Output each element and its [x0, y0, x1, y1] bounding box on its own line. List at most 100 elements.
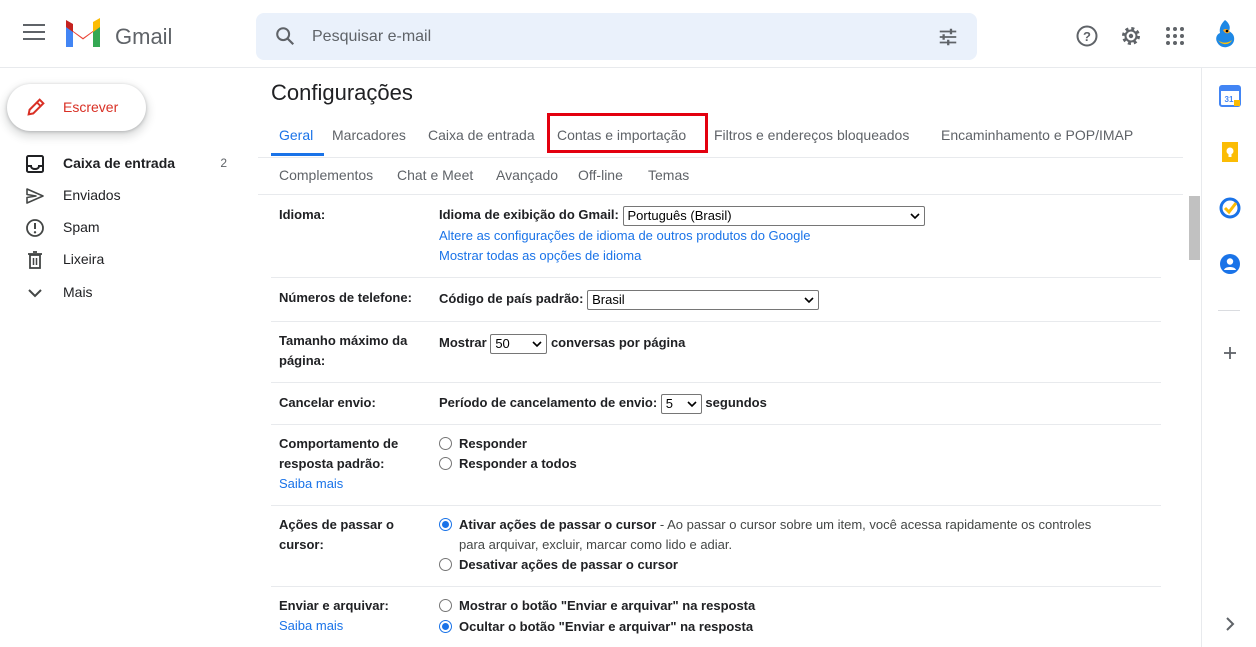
calendar-icon[interactable]: 31 [1219, 85, 1241, 107]
settings-gear-icon[interactable] [1119, 24, 1143, 48]
chevron-down-icon [687, 400, 697, 407]
chevron-down-icon [532, 340, 542, 347]
gmail-logo-icon[interactable] [63, 18, 103, 48]
send-archive-option-show[interactable]: Mostrar o botão "Enviar e arquivar" na r… [439, 596, 755, 616]
row-divider [271, 277, 1161, 278]
sidebar-item-trash[interactable]: Lixeira [0, 243, 245, 275]
scrollbar-thumb[interactable] [1189, 196, 1200, 260]
page-size-suffix: conversas por página [550, 335, 686, 350]
language-other-products-link[interactable]: Altere as configurações de idioma de out… [439, 226, 810, 246]
svg-text:?: ? [1083, 29, 1091, 44]
language-all-options-link[interactable]: Mostrar todas as opções de idioma [439, 246, 641, 266]
apps-grid-icon[interactable] [1163, 24, 1187, 48]
sidebar-item-label: Caixa de entrada [63, 155, 176, 171]
display-language-label: Idioma de exibição do Gmail: [439, 207, 619, 222]
tab-filters[interactable]: Filtros e endereços bloqueados [714, 127, 909, 143]
page-size-setting: Mostrar 50 conversas por página [439, 333, 685, 354]
row-divider [271, 505, 1161, 506]
reply-option-reply[interactable]: Responder [439, 434, 527, 454]
help-icon[interactable]: ? [1075, 24, 1099, 48]
tab-forwarding[interactable]: Encaminhamento e POP/IMAP [941, 127, 1133, 143]
hover-disable-radio[interactable] [439, 558, 452, 572]
chevron-down-icon [804, 296, 814, 303]
language-select[interactable]: Português (Brasil) [622, 205, 925, 226]
trash-icon [28, 251, 42, 269]
phone-label: Números de telefone: [279, 290, 412, 305]
svg-text:31: 31 [1225, 95, 1234, 104]
send-archive-learn-more-link[interactable]: Saiba mais [279, 616, 343, 636]
send-archive-hide-label: Ocultar o botão "Enviar e arquivar" na r… [459, 619, 754, 634]
undo-period-select[interactable]: 5 [660, 393, 702, 414]
compose-label: Escrever [63, 99, 119, 115]
pencil-icon [27, 98, 45, 116]
undo-send-label: Cancelar envio: [279, 395, 376, 410]
tab-general[interactable]: Geral [279, 127, 313, 143]
reply-all-radio[interactable] [439, 457, 452, 471]
hover-enable-label: Ativar ações de passar o cursor [459, 517, 657, 532]
tab-inbox[interactable]: Caixa de entrada [428, 127, 535, 143]
tab-advanced[interactable]: Avançado [496, 167, 558, 183]
sidebar-item-sent[interactable]: Enviados [0, 179, 245, 211]
highlight-box [547, 113, 708, 153]
send-archive-hide-radio[interactable] [439, 620, 452, 634]
top-bar: Gmail ? [0, 0, 1256, 68]
language-selected-value: Português (Brasil) [627, 207, 732, 223]
page-size-select[interactable]: 50 [490, 333, 548, 354]
side-panel-divider [1218, 310, 1240, 311]
tabs-divider [258, 157, 1183, 158]
keep-icon[interactable] [1219, 141, 1241, 163]
tab-addons[interactable]: Complementos [279, 167, 373, 183]
chevron-down-icon [28, 289, 42, 298]
chevron-right-icon[interactable] [1219, 613, 1241, 635]
undo-period-selected-value: 5 [665, 395, 674, 411]
undo-suffix: segundos [705, 395, 767, 410]
search-input[interactable] [312, 25, 912, 49]
hover-option-disable[interactable]: Desativar ações de passar o cursor [439, 555, 678, 575]
unread-count: 2 [220, 156, 227, 170]
sidebar-item-spam[interactable]: Spam [0, 211, 245, 243]
hover-option-enable[interactable]: Ativar ações de passar o cursor - Ao pas… [439, 515, 1091, 535]
hover-enable-radio[interactable] [439, 518, 452, 532]
send-archive-show-radio[interactable] [439, 599, 452, 613]
sidebar-item-label: Enviados [63, 187, 121, 203]
reply-option-label: Responder [459, 436, 527, 451]
add-addon-icon[interactable] [1219, 342, 1241, 364]
search-bar[interactable] [256, 13, 977, 60]
contacts-icon[interactable] [1219, 253, 1241, 275]
page-size-selected-value: 50 [495, 335, 510, 351]
tasks-icon[interactable] [1219, 197, 1241, 219]
reply-option-reply-all[interactable]: Responder a todos [439, 454, 577, 474]
reply-radio[interactable] [439, 437, 452, 451]
gmail-brand: Gmail [115, 24, 173, 49]
reply-behavior-label: Comportamento de resposta padrão: [279, 436, 399, 471]
country-selected-value: Brasil [592, 291, 625, 307]
account-avatar[interactable] [1209, 18, 1241, 50]
country-code-select[interactable]: Brasil [587, 289, 820, 310]
sidebar-item-label: Spam [63, 219, 100, 235]
row-divider [271, 424, 1161, 425]
search-options-icon[interactable] [937, 26, 959, 48]
hover-actions-label: Ações de passar o cursor: [279, 517, 394, 552]
sidebar-item-label: Lixeira [63, 251, 105, 267]
sidebar-item-inbox[interactable]: Caixa de entrada 2 [0, 147, 245, 179]
chevron-down-icon [909, 212, 920, 219]
search-icon[interactable] [274, 25, 296, 47]
hover-enable-description-cont: para arquivar, excluir, marcar como lido… [459, 537, 733, 552]
phone-setting: Código de país padrão: Brasil [439, 289, 820, 310]
main-menu-icon[interactable] [23, 24, 45, 42]
page-size-label: Tamanho máximo da página: [279, 333, 408, 368]
send-icon [26, 188, 44, 204]
tab-labels[interactable]: Marcadores [332, 127, 406, 143]
reply-learn-more-link[interactable]: Saiba mais [279, 474, 343, 494]
tab-chat-meet[interactable]: Chat e Meet [397, 167, 473, 183]
undo-send-setting: Período de cancelamento de envio: 5 segu… [439, 393, 767, 414]
sidebar-item-more[interactable]: Mais [0, 276, 245, 308]
hover-disable-label: Desativar ações de passar o cursor [459, 557, 678, 572]
send-archive-option-hide[interactable]: Ocultar o botão "Enviar e arquivar" na r… [439, 617, 753, 637]
compose-button[interactable]: Escrever [7, 84, 146, 131]
send-archive-label: Enviar e arquivar: [279, 598, 389, 613]
inbox-icon [26, 155, 44, 173]
show-label: Mostrar [439, 335, 487, 350]
tab-offline[interactable]: Off-line [578, 167, 623, 183]
tab-themes[interactable]: Temas [648, 167, 689, 183]
